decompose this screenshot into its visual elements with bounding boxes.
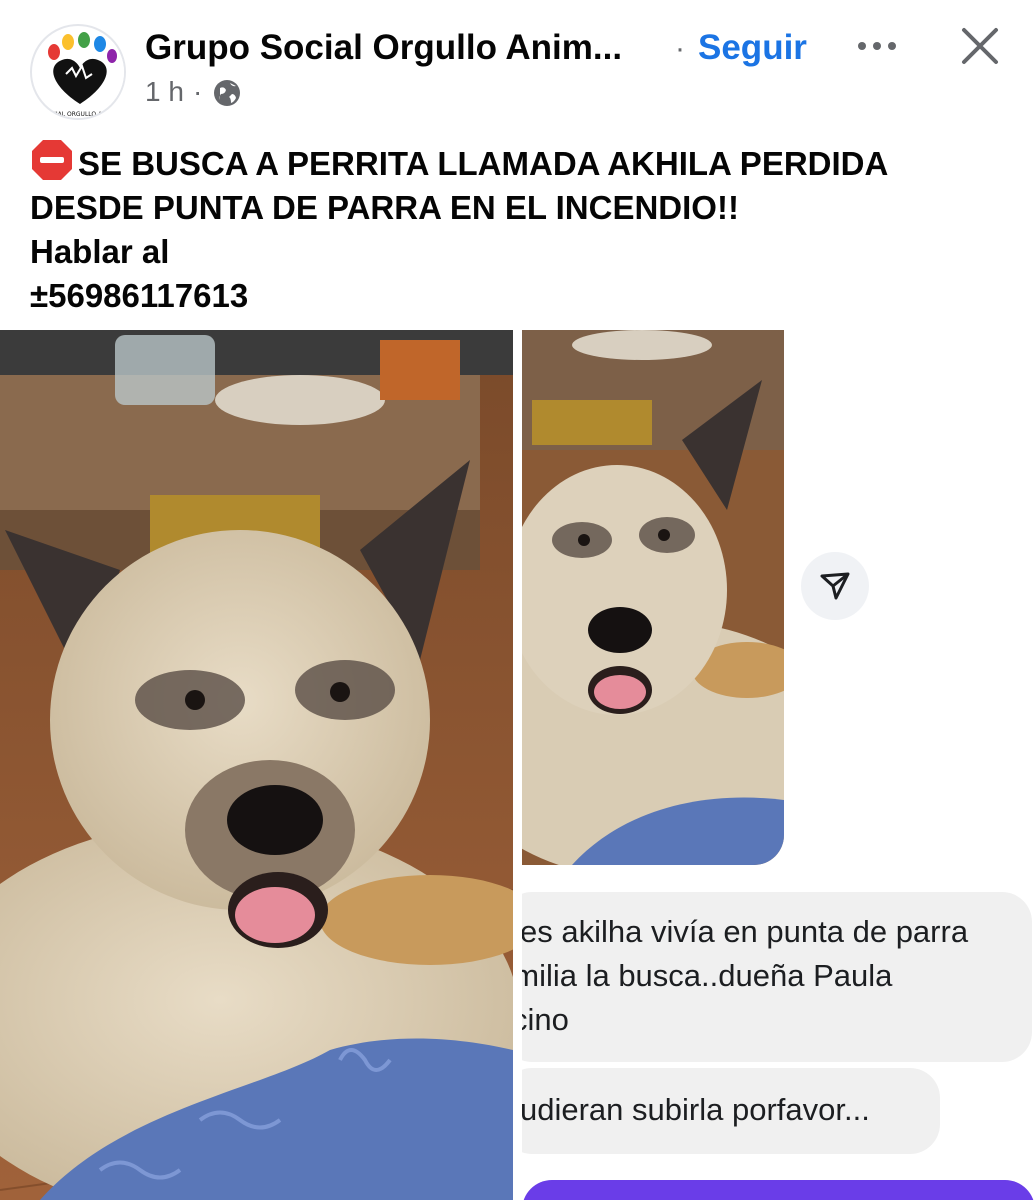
message-bubble-1: es akilha vivía en punta de parra amilia… xyxy=(522,892,1032,1062)
paw-logo-icon: GRUPO SOCIAL ORGULLO ANIMAL TOMÉ xyxy=(32,28,126,118)
page-avatar[interactable]: GRUPO SOCIAL ORGULLO ANIMAL TOMÉ xyxy=(30,24,126,120)
message-1-line-1: es akilha vivía en punta de parra xyxy=(522,914,969,949)
stop-sign-icon xyxy=(30,138,74,182)
message-1-line-2: amilia la busca..dueña Paula xyxy=(522,958,893,993)
message-bubble-2: udieran subirla porfavor... xyxy=(522,1068,940,1154)
chat-dog-image xyxy=(522,330,784,865)
post-line-4[interactable]: ±56986117613 xyxy=(30,274,1020,318)
post-line-1-text: SE BUSCA A PERRITA LLAMADA AKHILA PERDID… xyxy=(78,145,889,182)
dog-photo-image xyxy=(0,330,513,1200)
post-header: GRUPO SOCIAL ORGULLO ANIMAL TOMÉ Grupo S… xyxy=(0,0,1035,125)
share-button[interactable] xyxy=(801,552,869,620)
photo-grid: es akilha vivía en punta de parra amilia… xyxy=(0,330,1035,1200)
post-line-3: Hablar al xyxy=(30,233,170,270)
name-separator: · xyxy=(675,32,685,65)
close-button[interactable] xyxy=(950,22,1010,72)
post-line-2: DESDE PUNTA DE PARRA EN EL INCENDIO!! xyxy=(30,189,739,226)
time-separator: · xyxy=(193,76,203,107)
post-text: SE BUSCA A PERRITA LLAMADA AKHILA PERDID… xyxy=(30,138,1020,318)
follow-button[interactable]: Seguir xyxy=(698,28,807,68)
chat-screenshot-photo[interactable]: es akilha vivía en punta de parra amilia… xyxy=(522,330,1035,1200)
photo-divider xyxy=(513,330,522,1200)
message-bubble-sent xyxy=(522,1180,1035,1200)
post-time[interactable]: 1 h xyxy=(145,76,184,108)
send-icon xyxy=(820,572,850,600)
message-1-line-3: cino xyxy=(522,1002,569,1037)
more-horizontal-icon xyxy=(858,42,896,50)
more-options-button[interactable] xyxy=(850,22,906,70)
message-2-line-1: udieran subirla porfavor... xyxy=(522,1092,870,1127)
close-icon xyxy=(962,28,998,64)
page-name[interactable]: Grupo Social Orgullo Anim... xyxy=(145,28,622,68)
dog-photo-left[interactable] xyxy=(0,330,513,1200)
post-line-1: SE BUSCA A PERRITA LLAMADA AKHILA PERDID… xyxy=(30,138,1020,186)
svg-text:GRUPO SOCIAL ORGULLO ANIMAL TO: GRUPO SOCIAL ORGULLO ANIMAL TOMÉ xyxy=(32,110,126,118)
globe-icon xyxy=(212,78,242,108)
